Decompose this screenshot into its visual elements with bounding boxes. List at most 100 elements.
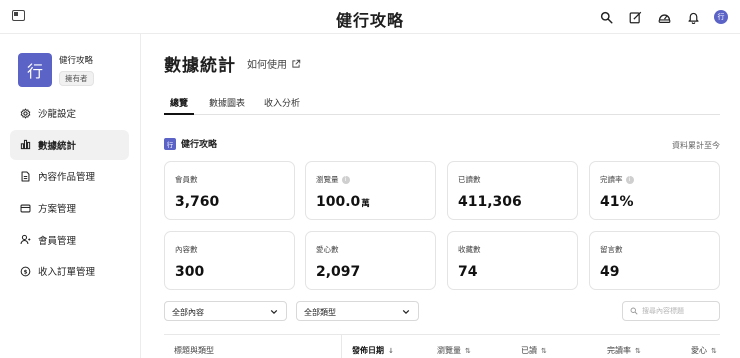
svg-text:$: $ — [24, 270, 28, 276]
sidebar-item-label: 方案管理 — [38, 204, 77, 216]
page-header: 數據統計 如何使用 — [164, 51, 301, 76]
stat-card-likes: 愛心數 2,097 — [305, 231, 436, 290]
stat-value: 49 — [600, 264, 620, 280]
stat-card-comments: 留言數 49 — [589, 231, 720, 290]
tab-income-analysis[interactable]: 收入分析 — [264, 96, 300, 115]
info-icon[interactable]: i — [341, 175, 350, 184]
page-title: 數據統計 — [164, 56, 236, 76]
stat-value: 41% — [600, 194, 634, 210]
stat-label: 瀏覽量 — [316, 175, 339, 184]
sort-icon: ⇅ — [635, 346, 641, 355]
stat-card-reads: 已讀數 411,306 — [447, 161, 578, 220]
dashboard-icon[interactable] — [656, 9, 672, 25]
column-title-type: 標題與類型 — [174, 345, 214, 356]
document-icon — [20, 171, 31, 182]
sidebar-item-orders[interactable]: $ 收入訂單管理 — [10, 256, 129, 286]
column-completion-rate[interactable]: 完讀率 ⇅ — [607, 345, 641, 356]
section-logo: 行 — [164, 137, 176, 150]
top-bar-actions: 行 — [598, 9, 728, 25]
user-avatar[interactable]: 行 — [714, 10, 728, 24]
bar-chart-icon — [20, 139, 31, 150]
content-filter-select[interactable]: 全部內容 — [164, 301, 287, 321]
help-link[interactable]: 如何使用 — [247, 56, 301, 71]
sort-icon: ⇅ — [465, 346, 471, 355]
gear-icon — [20, 108, 31, 119]
stat-card-bookmarks: 收藏數 74 — [447, 231, 578, 290]
column-publish-date[interactable]: 發佈日期 ↓ — [352, 345, 394, 356]
column-likes[interactable]: 愛心 ⇅ — [691, 345, 717, 356]
tab-charts[interactable]: 數據圖表 — [209, 96, 245, 115]
stat-label: 留言數 — [600, 245, 623, 254]
stat-card-content-count: 內容數 300 — [164, 231, 295, 290]
select-value: 全部類型 — [304, 308, 336, 317]
sidebar-nav: 沙龍設定 數據統計 內容作品管理 方案管理 會員管理 $ 收入訂單管理 — [10, 98, 129, 288]
sidebar-toggle-icon[interactable] — [12, 10, 25, 21]
stat-card-views: 瀏覽量 i 100.0萬 — [305, 161, 436, 220]
stat-value: 2,097 — [316, 264, 361, 280]
column-label: 瀏覽量 — [437, 346, 461, 355]
tab-overview[interactable]: 總覽 — [164, 96, 194, 115]
help-link-label: 如何使用 — [247, 60, 287, 71]
stat-value: 3,760 — [175, 194, 220, 210]
tab-bar: 總覽 數據圖表 收入分析 — [164, 96, 720, 115]
table-header: 標題與類型 發佈日期 ↓ 瀏覽量 ⇅ 已讀 ⇅ 完讀率 ⇅ 愛心 ⇅ — [164, 334, 720, 358]
info-icon[interactable]: i — [625, 175, 634, 184]
sidebar-item-label: 沙龍設定 — [38, 109, 77, 120]
sidebar-item-members[interactable]: 會員管理 — [10, 225, 129, 255]
brand: 行 健行攻略 擁有者 — [18, 53, 94, 87]
stat-value: 74 — [458, 264, 478, 280]
filter-bar: 全部內容 全部類型 — [164, 301, 720, 321]
chevron-down-icon — [270, 309, 278, 315]
stat-value: 411,306 — [458, 194, 522, 210]
sidebar-item-label: 收入訂單管理 — [38, 267, 96, 279]
search-box[interactable] — [622, 301, 720, 321]
stat-card-members: 會員數 3,760 — [164, 161, 295, 220]
sidebar-item-plans[interactable]: 方案管理 — [10, 193, 129, 223]
column-views[interactable]: 瀏覽量 ⇅ — [437, 345, 471, 356]
column-divider — [341, 335, 342, 358]
role-badge: 擁有者 — [59, 71, 94, 86]
search-input[interactable] — [642, 307, 720, 315]
sidebar-item-salon-settings[interactable]: 沙龍設定 — [10, 98, 129, 128]
type-filter-select[interactable]: 全部類型 — [296, 301, 419, 321]
card-icon — [20, 203, 31, 214]
column-label: 完讀率 — [607, 346, 631, 355]
column-label: 發佈日期 — [352, 346, 384, 355]
main-content: 數據統計 如何使用 總覽 數據圖表 收入分析 行 健行攻略 資料累計至今 會員數… — [141, 34, 740, 358]
stat-label: 收藏數 — [458, 245, 481, 254]
stat-label: 愛心數 — [316, 245, 339, 254]
sidebar-item-statistics[interactable]: 數據統計 — [10, 129, 129, 160]
top-bar: 健行攻略 行 — [0, 0, 740, 34]
sidebar-item-label: 會員管理 — [38, 235, 77, 247]
stat-unit: 萬 — [361, 199, 370, 209]
column-label: 標題與類型 — [174, 346, 214, 355]
stat-value: 300 — [175, 264, 205, 280]
sidebar-item-label: 數據統計 — [38, 140, 77, 152]
column-label: 已讀 — [521, 346, 537, 355]
column-reads[interactable]: 已讀 ⇅ — [521, 345, 547, 356]
sort-icon: ⇅ — [711, 346, 717, 355]
cumulative-note: 資料累計至今 — [672, 141, 720, 150]
brand-name: 健行攻略 — [59, 56, 94, 66]
brand-logo: 行 — [18, 53, 52, 87]
select-value: 全部內容 — [172, 308, 204, 317]
member-icon — [20, 234, 31, 245]
edit-icon[interactable] — [627, 9, 643, 25]
search-icon — [630, 307, 638, 315]
sidebar: 行 健行攻略 擁有者 沙龍設定 數據統計 內容作品管理 方案管理 會員管理 $ … — [0, 34, 141, 358]
sidebar-item-label: 內容作品管理 — [38, 172, 96, 184]
stat-label: 會員數 — [175, 175, 198, 184]
search-icon[interactable] — [598, 9, 614, 25]
bell-icon[interactable] — [685, 9, 701, 25]
external-link-icon — [292, 59, 301, 68]
stat-label: 完讀率 — [600, 175, 623, 184]
chevron-down-icon — [402, 309, 410, 315]
stat-card-completion-rate: 完讀率 i 41% — [589, 161, 720, 220]
section-name: 健行攻略 — [181, 140, 218, 150]
stat-label: 內容數 — [175, 245, 198, 254]
sidebar-item-content[interactable]: 內容作品管理 — [10, 161, 129, 191]
column-label: 愛心 — [691, 346, 707, 355]
stat-value: 100.0 — [316, 194, 361, 210]
dollar-icon: $ — [20, 266, 31, 277]
sort-desc-icon: ↓ — [388, 346, 394, 355]
